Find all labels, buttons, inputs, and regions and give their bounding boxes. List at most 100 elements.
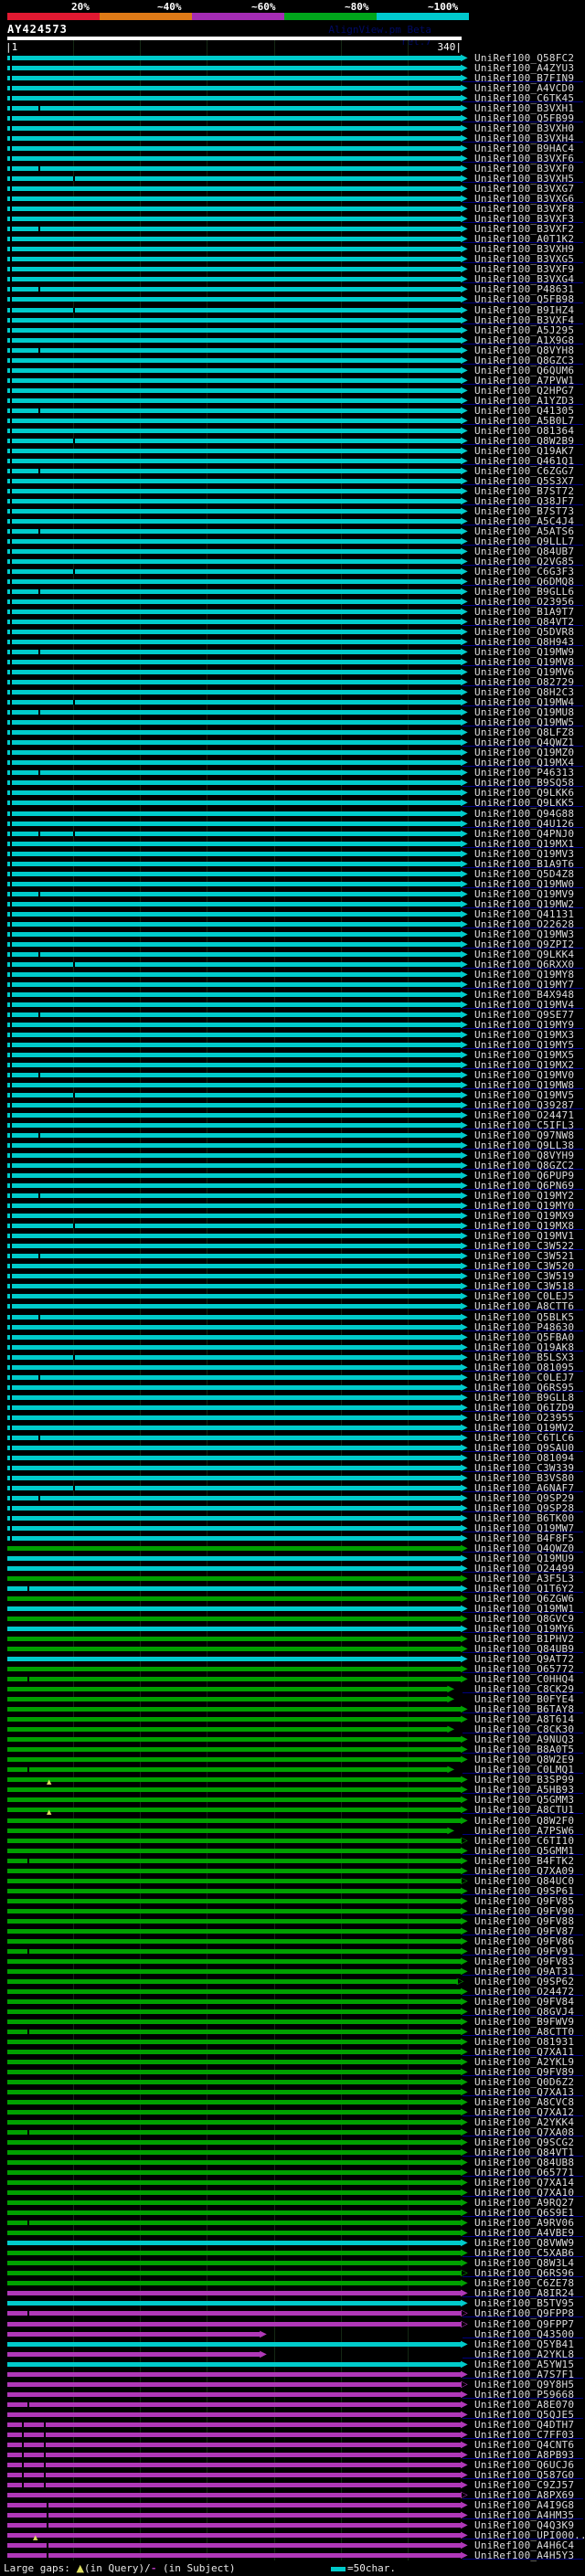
hit-bar[interactable] [7, 1888, 462, 1893]
hit-label[interactable]: UniRef100_Q5D4Z8 [474, 869, 584, 879]
hit-bar[interactable] [7, 2231, 462, 2236]
hit-bar[interactable] [7, 1203, 462, 1209]
hit-bar[interactable] [7, 2160, 462, 2166]
hit-bar[interactable] [7, 1052, 462, 1057]
hit-bar[interactable] [7, 1828, 449, 1833]
hit-bar[interactable] [7, 1133, 462, 1139]
hit-label[interactable]: UniRef100_A7PVW1 [474, 376, 584, 386]
hit-bar[interactable] [7, 237, 462, 242]
hit-bar[interactable] [7, 1525, 462, 1531]
hit-label[interactable]: UniRef100_C0LEJ7 [474, 1373, 584, 1383]
hit-bar[interactable] [7, 1465, 462, 1470]
hit-label[interactable]: UniRef100_Q8GZC3 [474, 355, 584, 366]
hit-bar[interactable] [7, 1234, 462, 1239]
hit-bar[interactable] [7, 1545, 462, 1551]
hit-bar[interactable] [7, 2261, 462, 2266]
hit-bar[interactable] [7, 1123, 462, 1129]
hit-bar[interactable] [7, 2482, 462, 2487]
hit-label[interactable]: UniRef100_Q19MV9 [474, 889, 584, 899]
hit-bar[interactable] [7, 488, 462, 493]
hit-bar[interactable] [7, 1787, 462, 1793]
hit-label[interactable]: UniRef100_O81095 [474, 1362, 584, 1373]
hit-bar[interactable] [7, 861, 462, 866]
hit-bar[interactable] [7, 1153, 462, 1159]
hit-bar[interactable] [7, 1042, 462, 1047]
hit-bar[interactable] [7, 2341, 462, 2347]
hit-bar[interactable] [7, 2442, 462, 2447]
hit-bar[interactable] [7, 2251, 462, 2256]
hit-bar[interactable] [7, 2039, 462, 2044]
hit-bar[interactable] [7, 1555, 462, 1561]
hit-bar[interactable] [7, 1576, 462, 1582]
hit-bar[interactable] [7, 831, 462, 836]
hit-bar[interactable] [7, 247, 462, 252]
hit-bar[interactable] [7, 1908, 462, 1913]
hit-bar[interactable] [7, 790, 462, 796]
hit-bar[interactable] [7, 2552, 462, 2558]
hit-bar[interactable] [7, 2432, 462, 2437]
hit-bar[interactable] [7, 2190, 462, 2196]
hit-bar[interactable] [7, 941, 462, 947]
hit-bar[interactable] [7, 2241, 462, 2246]
hit-bar[interactable] [7, 821, 462, 826]
hit-bar[interactable] [7, 508, 462, 514]
hit-bar[interactable] [7, 1294, 462, 1299]
hit-bar[interactable] [7, 620, 462, 625]
hit-bar[interactable] [7, 196, 462, 202]
hit-bar[interactable] [7, 1687, 449, 1692]
hit-bar[interactable] [7, 2049, 462, 2054]
hit-bar[interactable] [7, 66, 462, 71]
hit-bar[interactable] [7, 780, 462, 786]
hit-bar[interactable] [7, 770, 462, 776]
hit-bar[interactable] [7, 1415, 462, 1420]
hit-bar[interactable] [7, 438, 462, 443]
hit-bar[interactable] [7, 1173, 462, 1179]
hit-bar[interactable] [7, 1032, 462, 1037]
hit-bar[interactable] [7, 901, 462, 906]
hit-bar[interactable] [7, 2462, 462, 2467]
hit-bar[interactable] [7, 1617, 462, 1622]
hit-bar[interactable] [7, 1455, 462, 1460]
hit-bar[interactable] [7, 961, 462, 967]
hit-bar[interactable] [7, 56, 462, 60]
hit-bar[interactable] [7, 2391, 462, 2397]
hit-bar[interactable] [7, 1757, 462, 1763]
hit-bar[interactable] [7, 1012, 462, 1017]
hit-bar[interactable] [7, 1697, 449, 1702]
hit-label[interactable]: UniRef100_Q8W2F0 [474, 1816, 584, 1826]
hit-bar[interactable] [7, 1224, 462, 1229]
hit-bar[interactable] [7, 1344, 462, 1350]
hit-label[interactable]: UniRef100_B3VXF4 [474, 315, 584, 325]
hit-bar[interactable] [7, 428, 462, 433]
hit-bar[interactable] [7, 2401, 462, 2407]
hit-bar[interactable] [7, 690, 462, 695]
hit-bar[interactable] [7, 2522, 462, 2528]
hit-bar[interactable] [7, 1667, 462, 1672]
hit-bar[interactable] [7, 1657, 462, 1662]
hit-bar[interactable] [7, 1515, 462, 1521]
hit-bar[interactable] [7, 1818, 462, 1823]
hit-label[interactable]: UniRef100_C6TI10 [474, 1836, 584, 1846]
hit-bar[interactable] [7, 166, 462, 172]
hit-bar[interactable] [7, 871, 462, 876]
hit-bar[interactable] [7, 971, 462, 977]
hit-bar[interactable] [7, 1435, 462, 1440]
hit-bar[interactable] [7, 398, 462, 403]
hit-bar[interactable] [7, 217, 462, 222]
hit-bar[interactable] [7, 851, 462, 856]
hit-bar[interactable] [7, 1143, 462, 1149]
hit-bar[interactable] [7, 2150, 462, 2156]
hit-bar[interactable] [7, 287, 462, 292]
hit-bar[interactable] [7, 307, 462, 313]
hit-bar[interactable] [7, 1717, 462, 1723]
hit-bar[interactable] [7, 951, 462, 957]
hit-label[interactable]: UniRef100_Q9LKK5 [474, 798, 584, 808]
hit-bar[interactable] [7, 1264, 462, 1269]
hit-bar[interactable] [7, 1707, 462, 1712]
hit-bar[interactable] [7, 548, 462, 554]
hit-bar[interactable] [7, 800, 462, 806]
hit-bar[interactable] [7, 2120, 462, 2125]
hit-bar[interactable] [7, 2381, 462, 2387]
hit-bar[interactable] [7, 1878, 462, 1883]
hit-label[interactable]: UniRef100_Q4U126 [474, 819, 584, 829]
